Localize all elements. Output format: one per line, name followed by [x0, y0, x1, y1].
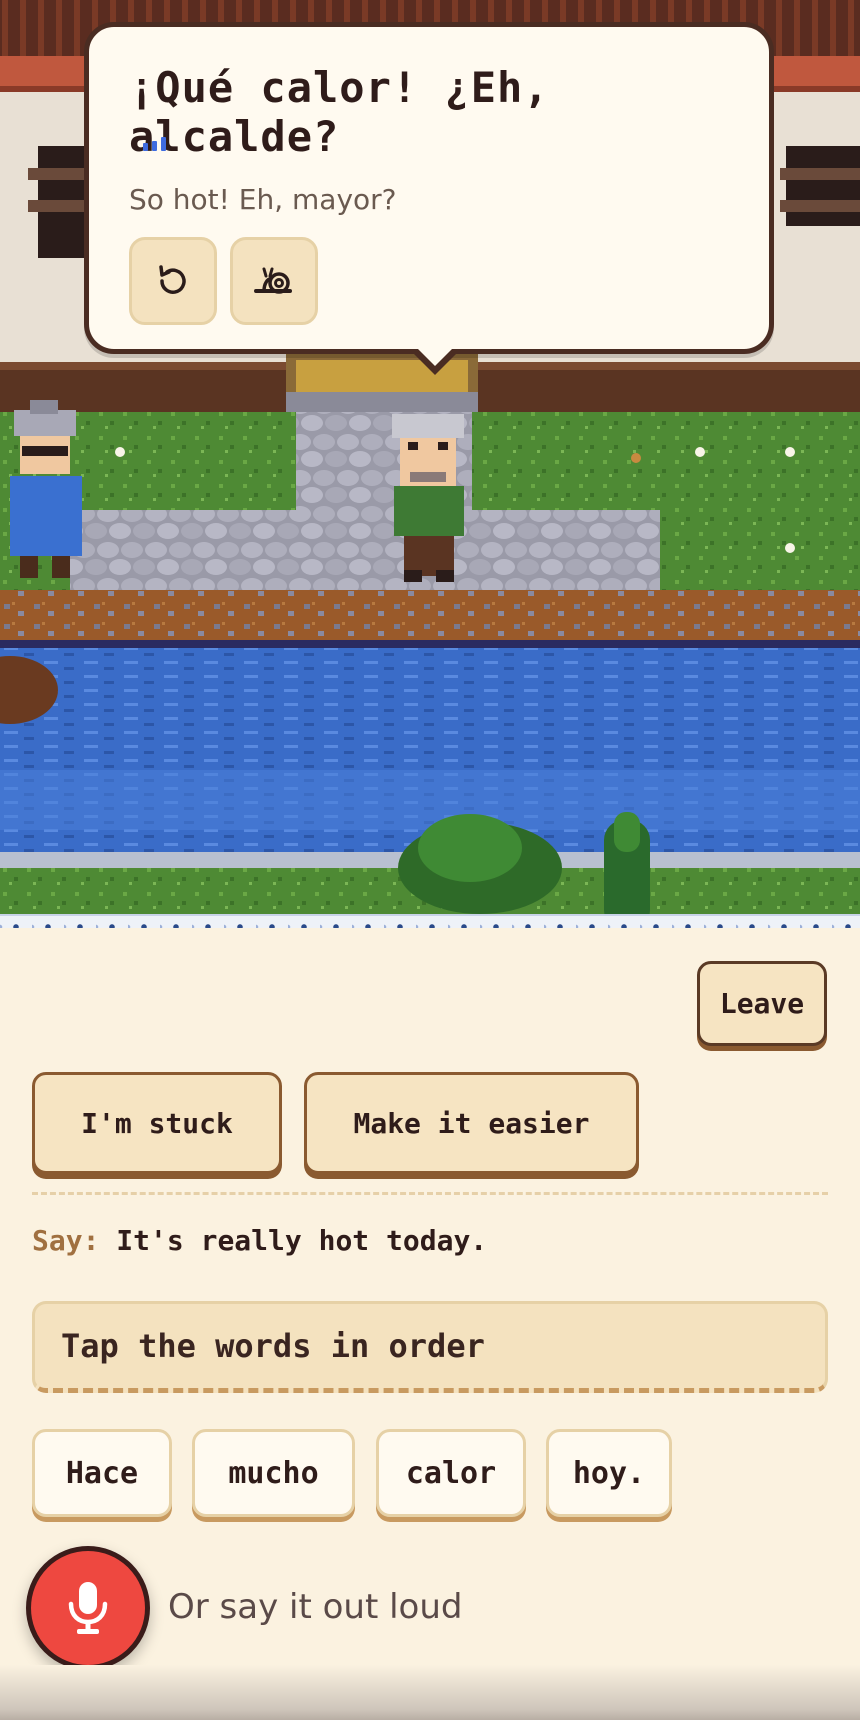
snail-icon [254, 267, 292, 294]
dialogue-line: ¡Qué calor! ¿Eh, alcalde? [129, 63, 550, 161]
say-prompt: Say: It's really hot today. [32, 1224, 487, 1257]
slow-playback-button[interactable] [230, 237, 318, 325]
answer-placeholder: Tap the words in order [61, 1327, 485, 1365]
replay-icon [159, 265, 186, 294]
speech-bubble: ¡Qué calor! ¿Eh, alcalde? So hot! Eh, ma… [84, 22, 774, 375]
microphone-button[interactable] [26, 1546, 150, 1670]
bottom-edge [0, 1665, 860, 1720]
make-easier-button[interactable]: Make it easier [304, 1072, 639, 1174]
tile-border [0, 914, 860, 928]
microphone-icon [68, 1582, 108, 1634]
audio-playing-icon [143, 137, 166, 151]
word-chip-hoy[interactable]: hoy. [546, 1429, 672, 1517]
grandmother-npc [10, 400, 82, 578]
answer-drop-zone[interactable]: Tap the words in order [32, 1301, 828, 1393]
dialogue-translation: So hot! Eh, mayor? [129, 183, 397, 216]
replay-button[interactable] [129, 237, 217, 325]
say-label: Say: [32, 1224, 100, 1257]
leave-button[interactable]: Leave [697, 961, 827, 1046]
stuck-button[interactable]: I'm stuck [32, 1072, 282, 1174]
say-text: It's really hot today. [116, 1224, 488, 1257]
word-chip-calor[interactable]: calor [376, 1429, 526, 1517]
divider [32, 1192, 828, 1195]
word-chip-hace[interactable]: Hace [32, 1429, 172, 1517]
word-chip-mucho[interactable]: mucho [192, 1429, 355, 1517]
voice-hint: Or say it out loud [168, 1587, 463, 1627]
